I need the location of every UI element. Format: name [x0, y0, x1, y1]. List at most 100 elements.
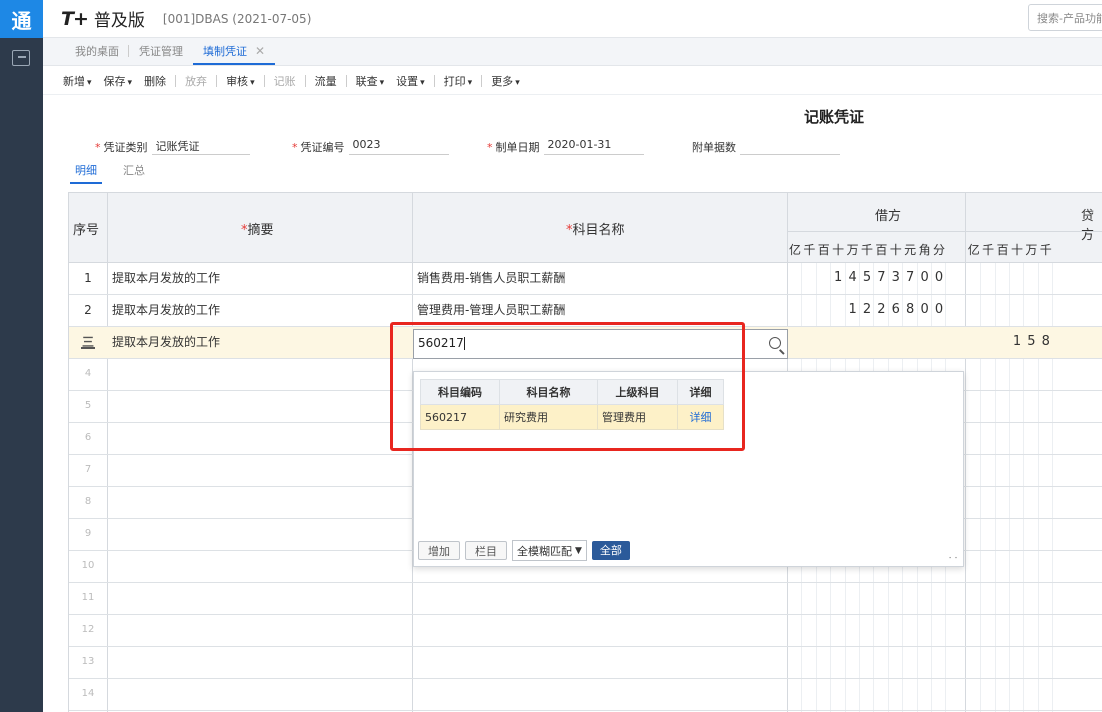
toolbar-item-10[interactable]: 更多 ▾ [485, 73, 526, 89]
debit-digit-header: 角 [918, 243, 931, 257]
credit-digit [996, 327, 1010, 359]
row-seq: 10 [81, 560, 95, 571]
tab-bar: 我的桌面 凭证管理 填制凭证 ✕ [43, 38, 1102, 66]
row-account[interactable]: 管理费用-管理人员职工薪酬 [417, 295, 565, 327]
dropdown-footer: 增加 栏目 全模糊匹配 ▼ 全部 [418, 540, 630, 561]
row-seq: 9 [84, 528, 92, 539]
credit-digit-header: 千 [982, 243, 995, 257]
voucher-number-field[interactable]: * 凭证编号 0023 [292, 138, 449, 155]
debit-digit: 4 [848, 270, 857, 285]
credit-digit: 5 [1027, 334, 1036, 349]
debit-digit-header: 千 [860, 243, 873, 257]
table-row[interactable]: 1 提取本月发放的工作 销售费用-销售人员职工薪酬 1 4 5 7 3 7 0 0 [69, 263, 1102, 295]
debit-digit: 1 [848, 302, 857, 317]
subtab-summary[interactable]: 汇总 [118, 162, 150, 184]
row-seq: 8 [84, 496, 92, 507]
row-account[interactable]: 销售费用-销售人员职工薪酬 [417, 263, 565, 295]
chevron-down-icon: ▾ [379, 77, 385, 88]
debit-digit: 6 [891, 302, 900, 317]
row-edit-icon[interactable]: 三 [81, 335, 95, 349]
voucher-title: 记账凭证 [804, 108, 865, 126]
show-all-button[interactable]: 全部 [591, 541, 630, 560]
toolbar-item-6[interactable]: 流量 [309, 73, 343, 89]
match-mode-select[interactable]: 全模糊匹配 ▼ [512, 540, 587, 561]
row-summary[interactable]: 提取本月发放的工作 [112, 295, 220, 327]
chevron-down-icon: ▾ [515, 77, 520, 88]
col-credit-header: 贷方 [1081, 209, 1095, 243]
column-button[interactable]: 栏目 [465, 541, 507, 560]
exit-icon[interactable] [12, 50, 30, 66]
empty-row[interactable]: 14 [69, 679, 1102, 711]
debit-digit [802, 295, 816, 327]
dd-code-cell[interactable]: 560217 [420, 404, 500, 430]
debit-digit-header: 千 [803, 243, 816, 257]
toolbar-item-4[interactable]: 审核 ▾ [220, 73, 261, 89]
empty-row[interactable]: 12 [69, 615, 1102, 647]
subject-dropdown: 科目编码 科目名称 上级科目 详细 560217 研究费用 管理费用 详细 增加… [413, 371, 964, 567]
col-summary-header: *摘要 [241, 223, 274, 238]
chevron-down-icon: ▾ [87, 77, 92, 88]
debit-digit: 0 [920, 270, 929, 285]
subject-search-input[interactable]: 560217 [413, 329, 788, 359]
row-summary[interactable]: 提取本月发放的工作 [112, 263, 220, 295]
toolbar-item-7[interactable]: 联查 ▾ [350, 73, 391, 89]
dd-parent-cell[interactable]: 管理费用 [597, 404, 678, 430]
debit-digit [788, 263, 802, 295]
toolbar-item-5[interactable]: 记账 [268, 73, 302, 89]
debit-digit-header: 亿 [788, 243, 801, 257]
debit-digit: 0 [934, 270, 944, 285]
dd-detail-link[interactable]: 详细 [677, 404, 724, 430]
row-seq: 13 [81, 656, 95, 667]
debit-digit [774, 295, 788, 327]
col-debit-header: 借方 [875, 209, 902, 224]
voucher-date-field[interactable]: * 制单日期 2020-01-31 [487, 138, 644, 155]
global-search-input[interactable]: 搜索-产品功能 [1028, 4, 1102, 31]
search-icon[interactable] [769, 337, 781, 349]
dd-name-cell[interactable]: 研究费用 [499, 404, 598, 430]
debit-digit: 7 [906, 270, 915, 285]
tab-voucher-manage[interactable]: 凭证管理 [129, 43, 193, 65]
credit-digit-header: 十 [1010, 243, 1023, 257]
empty-row[interactable]: 13 [69, 647, 1102, 679]
credit-digit: 8 [1041, 334, 1050, 349]
debit-digit [831, 295, 845, 327]
company-info: [001]DBAS (2021-07-05) [162, 11, 312, 26]
row-seq: 11 [81, 592, 95, 603]
empty-row[interactable]: 11 [69, 583, 1102, 615]
toolbar-item-0[interactable]: 新增 ▾ [57, 73, 98, 89]
credit-digit-header: 千 [1039, 243, 1052, 257]
debit-digit [817, 295, 831, 327]
debit-digit-header: 万 [846, 243, 859, 257]
debit-digit: 0 [934, 302, 944, 317]
debit-digit-header: 百 [817, 243, 830, 257]
app-logo[interactable]: 通 [0, 0, 43, 38]
close-icon[interactable]: ✕ [255, 44, 265, 58]
toolbar-item-1[interactable]: 保存 ▾ [98, 73, 139, 89]
voucher-type-field[interactable]: * 凭证类别 记账凭证 [95, 138, 250, 155]
row-summary[interactable]: 提取本月发放的工作 [112, 327, 220, 359]
dd-col-code: 科目编码 [420, 379, 500, 405]
tab-fill-voucher[interactable]: 填制凭证 ✕ [193, 43, 276, 65]
toolbar-item-2[interactable]: 删除 [138, 73, 172, 89]
debit-digit: 8 [906, 302, 915, 317]
tab-desktop[interactable]: 我的桌面 [65, 43, 129, 65]
attachments-field[interactable]: 附单据数 [692, 138, 840, 155]
row-seq: 4 [84, 368, 92, 379]
row-seq: 14 [81, 688, 95, 699]
table-row[interactable]: 2 提取本月发放的工作 管理费用-管理人员职工薪酬 1 2 2 6 8 0 0 [69, 295, 1102, 327]
dd-result-row[interactable]: 560217 研究费用 管理费用 详细 [420, 404, 724, 430]
credit-digit-header: 亿 [967, 243, 980, 257]
row-seq: 7 [84, 464, 92, 475]
credit-digit [967, 327, 981, 359]
row-seq: 5 [84, 400, 92, 411]
app-header: T+ 普及版 [001]DBAS (2021-07-05) 搜索-产品功能 [43, 0, 1102, 38]
toolbar-item-3[interactable]: 放弃 [179, 73, 213, 89]
add-subject-button[interactable]: 增加 [418, 541, 460, 560]
resize-grip-icon[interactable]: ⠂⠂ [948, 554, 960, 563]
toolbar-item-8[interactable]: 设置 ▾ [390, 73, 431, 89]
subtab-detail[interactable]: 明细 [70, 162, 102, 184]
debit-digit: 1 [834, 270, 843, 285]
debit-digit: 2 [862, 302, 872, 317]
toolbar-item-9[interactable]: 打印 ▾ [438, 73, 479, 89]
debit-digit: 3 [891, 270, 900, 285]
